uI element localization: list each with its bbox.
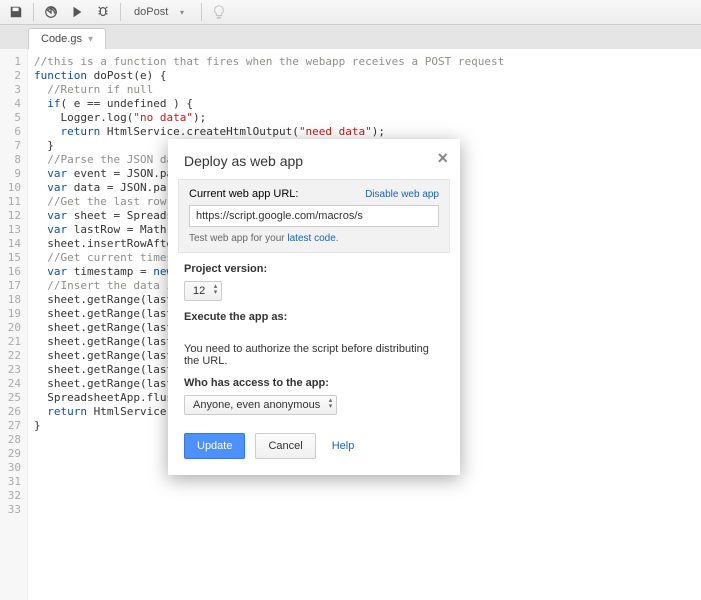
- tab-code-gs[interactable]: Code.gs ▾: [28, 28, 106, 49]
- version-select[interactable]: 12 ▴▾: [184, 281, 222, 301]
- tab-label: Code.gs: [41, 33, 82, 45]
- save-button[interactable]: [4, 1, 28, 23]
- test-text: Test web app for your latest code.: [189, 233, 439, 244]
- access-value: Anyone, even anonymous: [193, 399, 320, 411]
- chevron-down-icon: ▾: [180, 8, 184, 17]
- latest-code-link[interactable]: latest code: [287, 233, 335, 244]
- separator: [201, 3, 202, 21]
- url-box: Current web app URL: Disable web app Tes…: [178, 179, 450, 253]
- undo-button[interactable]: [39, 1, 63, 23]
- stepper-arrows-icon: ▴▾: [214, 284, 218, 296]
- debug-button[interactable]: [91, 1, 115, 23]
- url-input[interactable]: [189, 205, 439, 227]
- auth-warning: You need to authorize the script before …: [168, 329, 460, 367]
- close-button[interactable]: ×: [433, 145, 452, 171]
- close-icon[interactable]: ▾: [88, 34, 93, 45]
- access-select[interactable]: Anyone, even anonymous ▴▾: [184, 395, 337, 415]
- update-button[interactable]: Update: [184, 433, 245, 459]
- run-button[interactable]: [65, 1, 89, 23]
- version-label: Project version:: [184, 263, 444, 275]
- line-gutter: 1234567891011121314151617181920212223242…: [0, 49, 28, 600]
- access-label: Who has access to the app:: [184, 377, 444, 389]
- stepper-arrows-icon: ▴▾: [329, 398, 333, 410]
- version-value: 12: [193, 285, 205, 297]
- dialog-title: Deploy as web app: [168, 139, 460, 179]
- toolbar: doPost ▾: [0, 0, 701, 25]
- tab-strip: Code.gs ▾: [0, 25, 701, 49]
- execute-as-label: Execute the app as:: [184, 311, 444, 323]
- deploy-dialog: × Deploy as web app Current web app URL:…: [168, 139, 460, 475]
- disable-webapp-link[interactable]: Disable web app: [365, 189, 439, 200]
- function-select[interactable]: doPost ▾: [126, 1, 196, 23]
- separator: [33, 3, 34, 21]
- help-link[interactable]: Help: [332, 440, 355, 452]
- url-label: Current web app URL:: [189, 188, 298, 200]
- function-select-value: doPost: [134, 6, 168, 18]
- cancel-button[interactable]: Cancel: [255, 433, 315, 459]
- lightbulb-icon[interactable]: [207, 1, 231, 23]
- separator: [120, 3, 121, 21]
- dialog-actions: Update Cancel Help: [168, 415, 460, 475]
